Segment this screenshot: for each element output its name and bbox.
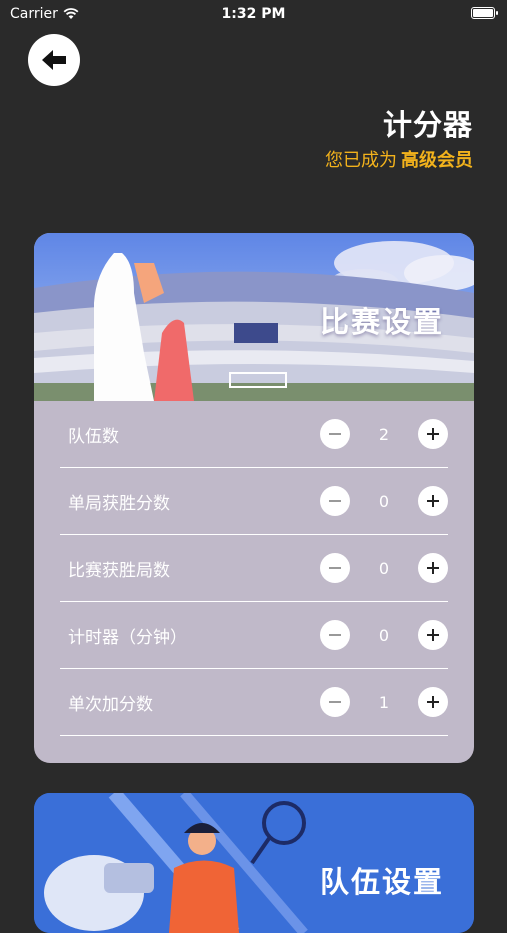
plus-icon	[427, 428, 439, 440]
setting-value: 0	[378, 491, 390, 511]
membership-prefix: 您已成为	[325, 150, 397, 171]
game-win-score-stepper: 0	[320, 486, 448, 516]
increment-button[interactable]	[418, 419, 448, 449]
membership-status: 您已成为 高级会员	[325, 146, 473, 172]
page-title: 计分器	[382, 108, 473, 142]
decrement-button[interactable]	[320, 620, 350, 650]
status-time: 1:32 PM	[221, 6, 286, 22]
stadium-banner: 比赛设置	[34, 233, 474, 401]
minus-icon	[329, 495, 341, 507]
points-per-add-stepper: 1	[320, 687, 448, 717]
setting-value: 0	[378, 625, 390, 645]
timer-stepper: 0	[320, 620, 448, 650]
team-count-stepper: 2	[320, 419, 448, 449]
team-settings-title: 队伍设置	[319, 865, 444, 899]
setting-row-timer: 计时器（分钟） 0	[60, 602, 448, 669]
decrement-button[interactable]	[320, 687, 350, 717]
match-settings-card: 比赛设置 队伍数 2 单局获胜分数 0 比赛获胜局数 0 计时器（分钟） 0 单…	[34, 233, 474, 763]
increment-button[interactable]	[418, 486, 448, 516]
membership-level: 高级会员	[401, 150, 473, 171]
setting-label: 单次加分数	[68, 694, 153, 715]
increment-button[interactable]	[418, 687, 448, 717]
match-win-games-stepper: 0	[320, 553, 448, 583]
setting-label: 队伍数	[68, 426, 119, 447]
settings-list: 队伍数 2 单局获胜分数 0 比赛获胜局数 0 计时器（分钟） 0 单次加分数 …	[60, 401, 448, 736]
setting-label: 比赛获胜局数	[68, 560, 170, 581]
back-button[interactable]	[28, 34, 80, 86]
increment-button[interactable]	[418, 620, 448, 650]
setting-row-match-win-games: 比赛获胜局数 0	[60, 535, 448, 602]
decrement-button[interactable]	[320, 419, 350, 449]
setting-label: 单局获胜分数	[68, 493, 170, 514]
setting-row-game-win-score: 单局获胜分数 0	[60, 468, 448, 535]
plus-icon	[427, 495, 439, 507]
setting-value: 0	[378, 558, 390, 578]
setting-row-team-count: 队伍数 2	[60, 401, 448, 468]
match-settings-title: 比赛设置	[319, 305, 444, 339]
minus-icon	[329, 629, 341, 641]
setting-value: 1	[378, 692, 390, 712]
status-bar: Carrier 1:32 PM	[0, 0, 507, 28]
minus-icon	[329, 696, 341, 708]
minus-icon	[329, 562, 341, 574]
increment-button[interactable]	[418, 553, 448, 583]
minus-icon	[329, 428, 341, 440]
arrow-left-icon	[42, 50, 66, 70]
team-settings-card[interactable]: 队伍设置	[34, 793, 474, 933]
setting-value: 2	[378, 424, 390, 444]
plus-icon	[427, 696, 439, 708]
plus-icon	[427, 629, 439, 641]
decrement-button[interactable]	[320, 486, 350, 516]
setting-row-points-per-add: 单次加分数 1	[60, 669, 448, 736]
setting-label: 计时器（分钟）	[68, 627, 187, 648]
decrement-button[interactable]	[320, 553, 350, 583]
battery-icon	[471, 7, 498, 19]
plus-icon	[427, 562, 439, 574]
